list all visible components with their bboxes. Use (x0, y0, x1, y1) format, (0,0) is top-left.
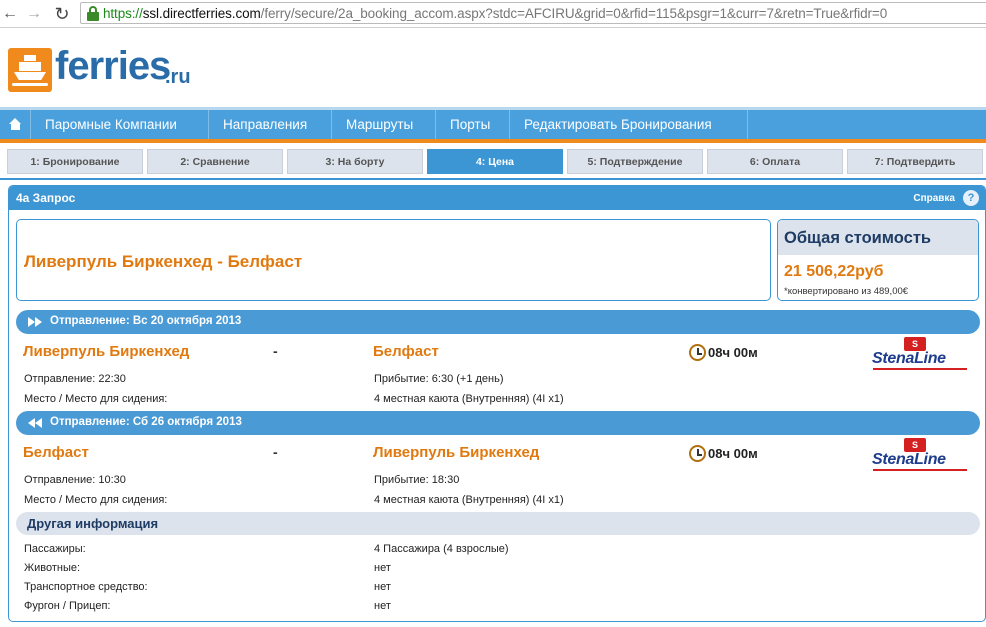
logo-word: ferries (55, 44, 171, 88)
stena-flag: S (904, 438, 926, 452)
stena-flag: S (904, 337, 926, 351)
nav-item-operators[interactable]: Паромные Компании (31, 110, 209, 139)
stena-word: StenaLine (872, 350, 946, 367)
browser-toolbar: ← → ↻ https://ssl.directferries.com/ferr… (0, 0, 986, 28)
step-compare[interactable]: 2: Сравнение (147, 149, 283, 174)
return-to-port: Ливерпуль Биркенхед (373, 444, 540, 461)
vehicle-value: нет (374, 581, 391, 593)
outbound-date: Отправление: Вс 20 октября 2013 (50, 315, 242, 327)
step-payment: 6: Оплата (707, 149, 843, 174)
nav-home[interactable] (0, 110, 31, 139)
back-arrow-icon[interactable]: ← (0, 4, 20, 24)
total-box: Общая стоимость 21 506,22руб *конвертиро… (777, 219, 979, 301)
panel-header: 4а Запрос Справка ? (9, 186, 985, 210)
quote-panel: 4а Запрос Справка ? Ливерпуль Биркенхед … (8, 185, 986, 622)
url-protocol: https:// (103, 6, 143, 21)
return-from-port: Белфаст (23, 444, 89, 461)
address-bar[interactable]: https://ssl.directferries.com/ferry/secu… (80, 2, 986, 24)
logo-tld: .ru (165, 66, 191, 88)
nav-item-destinations[interactable]: Направления (209, 110, 332, 139)
url-path: /ferry/secure/2a_booking_accom.aspx?stdc… (260, 6, 888, 21)
reload-icon[interactable]: ↻ (52, 4, 72, 24)
total-price: 21 506,22руб (784, 263, 884, 280)
clock-icon (689, 344, 706, 361)
stena-word: StenaLine (872, 451, 946, 468)
return-seat-value: 4 местная каюта (Внутренняя) (4I x1) (374, 494, 564, 506)
return-duration: 08ч 00м (708, 446, 758, 461)
divider (0, 178, 986, 180)
trailer-value: нет (374, 600, 391, 612)
passengers-value: 4 Пассажира (4 взрослые) (374, 543, 509, 555)
outbound-seat-value: 4 местная каюта (Внутренняя) (4I x1) (374, 393, 564, 405)
other-info-title: Другая информация (27, 516, 159, 531)
stena-line-logo: S StenaLine (872, 438, 972, 472)
outbound-dash: - (273, 343, 278, 359)
outbound-to-port: Белфаст (373, 343, 439, 360)
converted-note: *конвертировано из 489,00€ (784, 286, 909, 297)
passengers-label: Пассажиры: (24, 543, 86, 555)
outbound-duration: 08ч 00м (708, 345, 758, 360)
clock-icon (689, 445, 706, 462)
pets-value: нет (374, 562, 391, 574)
url-host: ssl.directferries.com (142, 6, 261, 21)
trailer-label: Фургон / Прицеп: (24, 600, 111, 612)
main-nav: Паромные Компании Направления Маршруты П… (0, 107, 986, 143)
help-link[interactable]: Справка (913, 193, 955, 204)
nav-item-manage-bookings[interactable]: Редактировать Бронирования (510, 110, 748, 139)
booking-steps: 1: Бронирование 2: Сравнение 3: На борту… (7, 149, 986, 174)
outbound-from-port: Ливерпуль Биркенхед (23, 343, 190, 360)
route-box: Ливерпуль Биркенхед - Белфаст (16, 219, 771, 301)
step-confirm: 5: Подтверждение (567, 149, 703, 174)
return-dash: - (273, 444, 278, 460)
pets-label: Животные: (24, 562, 81, 574)
outbound-arrival: Прибытие: 6:30 (+1 день) (374, 373, 504, 385)
return-seat-label: Место / Место для сидения: (24, 494, 168, 506)
outbound-seat-label: Место / Место для сидения: (24, 393, 168, 405)
return-departure: Отправление: 10:30 (24, 474, 126, 486)
panel-title: 4а Запрос (16, 191, 76, 205)
return-header: Отправление: Сб 26 октября 2013 (16, 411, 980, 435)
step-finish: 7: Подтвердить (847, 149, 983, 174)
total-header: Общая стоимость (778, 220, 978, 255)
lock-icon (87, 6, 99, 21)
step-price[interactable]: 4: Цена (427, 149, 563, 174)
forward-arrow-icon[interactable]: → (24, 4, 44, 24)
home-icon (9, 118, 22, 130)
site-logo[interactable]: ferries .ru (8, 44, 208, 92)
url-text: https://ssl.directferries.com/ferry/secu… (103, 6, 887, 21)
step-booking[interactable]: 1: Бронирование (7, 149, 143, 174)
return-date: Отправление: Сб 26 октября 2013 (50, 416, 242, 428)
forward-arrows-icon (28, 317, 46, 327)
outbound-departure: Отправление: 22:30 (24, 373, 126, 385)
help-icon[interactable]: ? (963, 190, 979, 206)
back-arrows-icon (28, 418, 46, 428)
return-arrival: Прибытие: 18:30 (374, 474, 460, 486)
nav-item-ports[interactable]: Порты (436, 110, 510, 139)
outbound-header: Отправление: Вс 20 октября 2013 (16, 310, 980, 334)
stena-line-logo: S StenaLine (872, 337, 972, 371)
other-info-header: Другая информация (16, 512, 980, 535)
total-label: Общая стоимость (784, 229, 932, 247)
step-onboard[interactable]: 3: На борту (287, 149, 423, 174)
vehicle-label: Транспортное средство: (24, 581, 148, 593)
ferry-ship-icon (8, 48, 52, 92)
route-title: Ливерпуль Биркенхед - Белфаст (24, 252, 303, 271)
nav-item-routes[interactable]: Маршруты (332, 110, 436, 139)
